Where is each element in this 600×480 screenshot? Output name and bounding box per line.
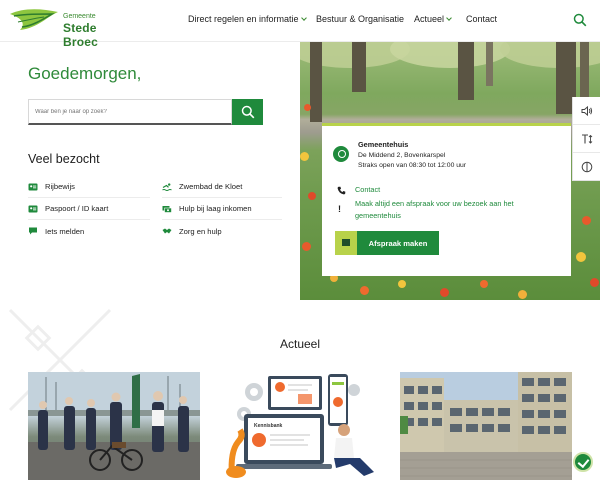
search-input[interactable] xyxy=(29,103,231,127)
site-header: Gemeente Stede Broec Direct regelen en i… xyxy=(0,0,600,49)
nav-bestuur-organisatie[interactable]: Bestuur & Organisatie xyxy=(316,14,404,24)
read-aloud-button[interactable] xyxy=(573,97,600,125)
chat-icon xyxy=(28,226,38,236)
search-submit-button[interactable] xyxy=(232,99,263,125)
appointment-note: Maak altijd een afspraak voor uw bezoek … xyxy=(355,199,514,220)
town-hall-address: De Middend 2, Bovenkarspel xyxy=(358,152,446,159)
search-field[interactable] xyxy=(28,99,232,127)
quick-link-rijbewijs[interactable]: Rijbewijs xyxy=(28,176,150,198)
search-icon xyxy=(573,13,587,27)
news-card-1-image[interactable] xyxy=(28,372,200,480)
logo-title: Stede Broec xyxy=(63,21,99,49)
contrast-icon xyxy=(581,161,593,173)
quick-link-label: Zorg en hulp xyxy=(179,226,222,236)
make-appointment-label: Afspraak maken xyxy=(368,238,428,248)
town-hall-card: Gemeentehuis De Middend 2, Bovenkarspel … xyxy=(322,123,571,276)
text-size-button[interactable] xyxy=(573,125,600,153)
quick-link-zorg-en-hulp[interactable]: Zorg en hulp xyxy=(162,220,282,242)
quick-link-label: Iets melden xyxy=(45,226,85,236)
money-icon xyxy=(162,204,172,214)
quick-link-iets-melden[interactable]: Iets melden xyxy=(28,220,150,242)
contact-link[interactable]: Contact xyxy=(355,185,380,194)
nav-label: Contact xyxy=(466,14,498,24)
accessibility-toolbar xyxy=(572,97,600,181)
handshake-icon xyxy=(162,226,172,236)
chevron-down-icon xyxy=(446,15,452,21)
quick-link-paspoort[interactable]: Paspoort / ID kaart xyxy=(28,198,150,220)
nav-contact[interactable]: Contact xyxy=(466,14,497,24)
opening-hours: Straks open van 08:30 tot 12:00 uur xyxy=(358,162,467,169)
location-pin-icon xyxy=(333,146,349,162)
nav-direct-regelen[interactable]: Direct regelen en informatie xyxy=(188,14,307,24)
logo-subtitle: Gemeente xyxy=(63,13,96,20)
kennisbank-label: Kennisbank xyxy=(254,423,283,429)
nav-label: Bestuur & Organisatie xyxy=(316,14,405,24)
chevron-down-icon xyxy=(300,15,307,21)
logo[interactable]: Gemeente Stede Broec xyxy=(8,6,128,49)
quick-link-zwembad[interactable]: Zwembad de Kloet xyxy=(162,176,282,198)
search-icon xyxy=(241,105,255,119)
exclamation-icon: ! xyxy=(338,204,341,214)
quick-link-hulp-laag-inkomen[interactable]: Hulp bij laag inkomen xyxy=(162,198,282,220)
nav-label: Actueel xyxy=(414,14,445,24)
quick-link-label: Hulp bij laag inkomen xyxy=(179,204,252,213)
phone-icon xyxy=(337,186,346,197)
contrast-button[interactable] xyxy=(573,153,600,181)
quick-link-label: Rijbewijs xyxy=(45,182,75,191)
header-search-button[interactable] xyxy=(573,13,587,27)
speaker-icon xyxy=(581,105,593,116)
nav-actueel[interactable]: Actueel xyxy=(414,14,452,24)
swimmer-icon xyxy=(162,182,172,192)
id-card-icon xyxy=(28,204,38,214)
make-appointment-button[interactable]: Afspraak maken xyxy=(335,231,439,255)
quick-link-label: Paspoort / ID kaart xyxy=(45,204,109,213)
news-card-3-image[interactable] xyxy=(400,372,572,480)
greeting: Goedemorgen, xyxy=(28,64,142,83)
veel-bezocht-heading: Veel bezocht xyxy=(28,152,100,166)
town-hall-name: Gemeentehuis xyxy=(358,140,409,149)
quick-link-label: Zwembad de Kloet xyxy=(179,182,243,191)
logo-leaf-icon xyxy=(10,9,58,30)
actueel-heading: Actueel xyxy=(279,337,321,351)
text-size-icon xyxy=(582,133,593,144)
accessibility-check-button[interactable] xyxy=(573,452,593,472)
news-card-2-image[interactable]: Kennisbank xyxy=(214,372,386,480)
envelope-icon xyxy=(335,231,357,255)
id-card-icon xyxy=(28,182,38,192)
nav-label: Direct regelen en informatie xyxy=(188,14,299,24)
